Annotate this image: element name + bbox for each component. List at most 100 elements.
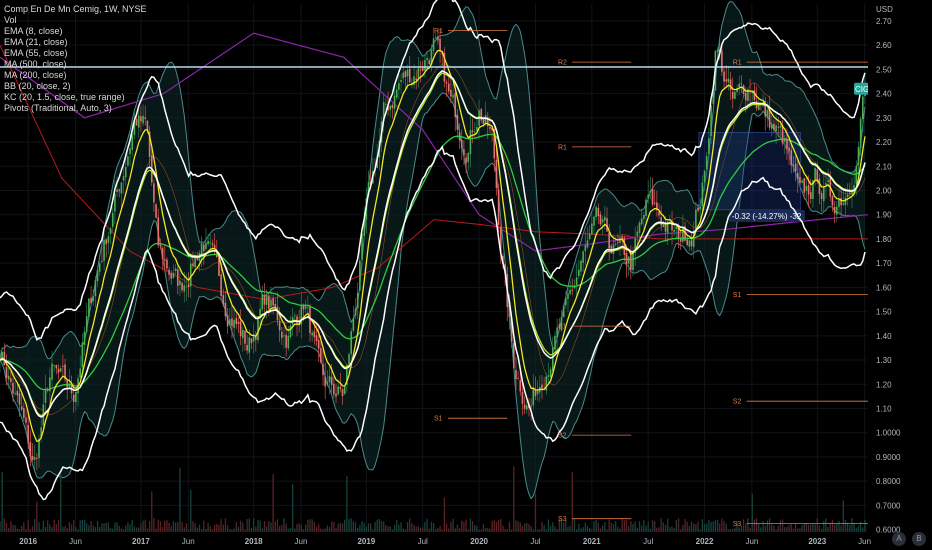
volume-bar: [777, 525, 779, 532]
candle-body: [807, 185, 810, 195]
candle-body: [38, 438, 40, 459]
volume-bar: [411, 523, 413, 532]
candle-body: [404, 71, 407, 78]
volume-bar: [428, 528, 430, 532]
candle-body: [391, 105, 394, 109]
candle-body: [25, 417, 27, 423]
chart-title[interactable]: Comp En De Mn Cemig, 1W, NYSE: [4, 4, 147, 15]
candle-body: [343, 386, 346, 395]
volume-bar: [272, 474, 274, 532]
volume-bar: [857, 525, 860, 532]
candle-body: [636, 231, 639, 237]
candle-body: [554, 335, 556, 350]
legend-volume[interactable]: Vol: [4, 15, 147, 26]
volume-bar: [582, 527, 584, 532]
candle-body: [604, 216, 606, 221]
candle-body: [630, 254, 632, 270]
volume-bar: [703, 523, 706, 532]
volume-bar: [114, 522, 116, 532]
legend-bb[interactable]: BB (20, close, 2): [4, 81, 147, 92]
legend-kc[interactable]: KC (20, 1.5, close, true range): [4, 92, 147, 103]
price-axis[interactable]: USD 2.70 2.60 2.50 2.40 2.30 2.20 2.10 2.00 1.90 1…: [868, 0, 932, 550]
volume-bar: [70, 524, 73, 532]
volume-bar: [716, 519, 719, 532]
log-scale-button[interactable]: B: [912, 532, 926, 546]
candle-body: [447, 83, 450, 92]
volume-bar: [647, 521, 649, 532]
pivot-label: S3: [558, 516, 567, 523]
volume-bar: [81, 519, 84, 532]
candle-body: [326, 382, 329, 385]
candle-body: [166, 259, 168, 269]
candle-body: [515, 370, 517, 380]
volume-bar: [497, 519, 500, 532]
y-tick-label: 2.20: [876, 138, 892, 147]
volume-bar: [185, 523, 188, 532]
candle-body: [779, 125, 782, 128]
candle-body: [562, 305, 565, 318]
volume-bar: [768, 518, 771, 532]
volume-bar: [833, 524, 836, 532]
volume-bar: [805, 523, 808, 532]
volume-bar: [697, 521, 699, 532]
volume-bar: [159, 521, 162, 532]
candle-body: [385, 103, 387, 105]
volume-bar: [638, 521, 641, 532]
volume-bar: [404, 529, 407, 532]
volume-bar: [68, 522, 71, 532]
volume-bar: [506, 529, 508, 532]
legend-ma200[interactable]: MA (200, close): [4, 70, 147, 81]
candle-body: [315, 335, 318, 342]
candle-body: [565, 297, 567, 306]
candle-body: [235, 318, 238, 325]
volume-bar: [508, 521, 511, 532]
volume-bar: [216, 523, 218, 532]
volume-bar: [385, 525, 387, 532]
legend-ema55[interactable]: EMA (55, close): [4, 48, 147, 59]
volume-bar: [309, 519, 311, 532]
auto-scale-button[interactable]: A: [892, 532, 906, 546]
volume-bar: [21, 525, 23, 532]
legend-pivots[interactable]: Pivots (Traditional, Auto, 3): [4, 103, 147, 114]
x-tick-label: Jun: [745, 537, 758, 546]
candle-body: [83, 331, 86, 345]
legend-ema8[interactable]: EMA (8, close): [4, 26, 147, 37]
candle-body: [489, 127, 491, 129]
candle-body: [322, 364, 324, 376]
volume-bar: [229, 529, 231, 532]
candle-body: [257, 317, 259, 341]
candle-body: [120, 182, 123, 194]
legend-ema21[interactable]: EMA (21, close): [4, 37, 147, 48]
time-axis[interactable]: 2016 Jun 2017 Jun 2018 Jun 2019 Jul 2020 Jul 2021 J…: [19, 537, 871, 546]
volume-bar: [250, 527, 253, 532]
volume-bar: [721, 518, 723, 532]
candle-body: [471, 130, 474, 133]
candle-body: [304, 306, 307, 309]
volume-bar: [649, 528, 652, 532]
volume-bar: [1, 471, 3, 532]
volume-bar: [183, 527, 185, 532]
volume-bar: [177, 521, 179, 532]
volume-bar: [810, 524, 812, 532]
volume-bar: [816, 518, 818, 532]
legend-ma500[interactable]: MA (500, close): [4, 59, 147, 70]
candle-body: [146, 120, 149, 131]
volume-bar: [641, 525, 643, 532]
volume-bar: [29, 529, 32, 532]
candle-body: [161, 248, 164, 260]
candle-body: [406, 69, 409, 77]
candle-body: [822, 187, 825, 202]
volume-bar: [745, 523, 747, 532]
volume-bar: [784, 527, 786, 532]
volume-bar: [710, 521, 712, 532]
volume-bar: [57, 520, 60, 532]
candle-body: [708, 138, 710, 155]
candle-body: [580, 260, 582, 272]
candle-body: [337, 386, 339, 395]
candle-body: [311, 332, 313, 336]
candle-body: [200, 243, 203, 255]
candle-body: [688, 240, 691, 247]
volume-bar: [55, 524, 58, 532]
volume-bar: [192, 521, 194, 532]
volume-bar: [211, 529, 214, 532]
